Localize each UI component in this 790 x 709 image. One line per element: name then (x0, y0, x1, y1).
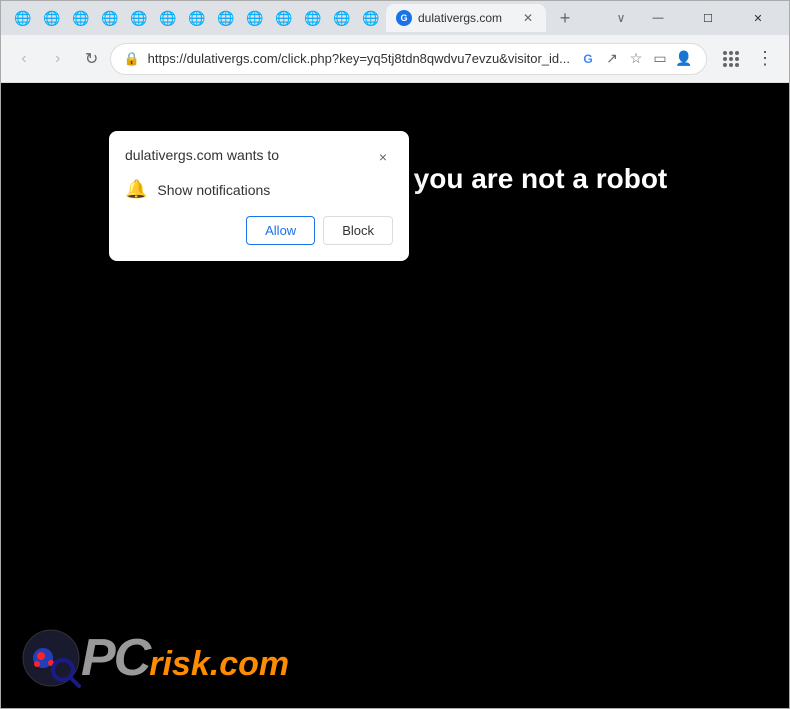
popup-title: dulativergs.com wants to (125, 147, 279, 163)
share-icon[interactable]: ↗ (602, 49, 622, 69)
window-controls: — ☐ ✕ (635, 1, 781, 35)
globe-tab-11[interactable]: 🌐 (299, 4, 327, 32)
back-button[interactable]: ‹ (9, 43, 39, 75)
notification-popup: dulativergs.com wants to × 🔔 Show notifi… (109, 131, 409, 261)
extensions-button[interactable] (715, 43, 747, 75)
globe-icon-4: 🌐 (101, 10, 118, 27)
globe-tab-7[interactable]: 🌐 (183, 4, 211, 32)
title-bar: 🌐 🌐 🌐 🌐 🌐 🌐 🌐 🌐 🌐 🌐 🌐 🌐 🌐 G dulativergs.… (1, 1, 789, 35)
pcrisk-ball-icon (21, 628, 81, 688)
bell-icon: 🔔 (125, 179, 147, 200)
forward-button[interactable]: › (43, 43, 73, 75)
globe-tab-9[interactable]: 🌐 (241, 4, 269, 32)
globe-icon-11: 🌐 (304, 10, 321, 27)
globe-tab-5[interactable]: 🌐 (125, 4, 153, 32)
maximize-button[interactable]: ☐ (685, 1, 731, 35)
tab-scroll-down[interactable]: ∨ (611, 11, 631, 25)
address-bar: ‹ › ↻ 🔒 https://dulativergs.com/click.ph… (1, 35, 789, 83)
bookmark-icon[interactable]: ☆ (626, 49, 646, 69)
globe-icon-3: 🌐 (72, 10, 89, 27)
globe-icon-5: 🌐 (130, 10, 147, 27)
page-content: at you are not a robot dulativergs.com w… (1, 83, 789, 708)
new-tab-button[interactable]: + (551, 4, 579, 32)
url-bar[interactable]: 🔒 https://dulativergs.com/click.php?key=… (110, 43, 707, 75)
globe-tab-6[interactable]: 🌐 (154, 4, 182, 32)
globe-tab-13[interactable]: 🌐 (357, 4, 385, 32)
globe-icon-13: 🌐 (362, 10, 379, 27)
menu-button[interactable]: ⋮ (749, 43, 781, 75)
globe-tab-3[interactable]: 🌐 (67, 4, 95, 32)
globe-icon-10: 🌐 (275, 10, 292, 27)
toolbar-right: ⋮ (715, 43, 781, 75)
active-tab-favicon: G (396, 10, 412, 26)
pcrisk-logo: PC risk.com (21, 628, 289, 688)
globe-tab-8[interactable]: 🌐 (212, 4, 240, 32)
permission-text: Show notifications (157, 182, 270, 198)
popup-close-button[interactable]: × (373, 147, 393, 167)
globe-tab-1[interactable]: 🌐 (9, 4, 37, 32)
globe-icon-6: 🌐 (159, 10, 176, 27)
logo-pc: PC (81, 632, 149, 684)
globe-icon-1: 🌐 (14, 10, 31, 27)
url-right-icons: G ↗ ☆ ▭ 👤 (578, 49, 694, 69)
minimize-button[interactable]: — (635, 1, 681, 35)
google-icon: G (578, 49, 598, 69)
active-tab-title: dulativergs.com (418, 11, 514, 25)
tabs-area: 🌐 🌐 🌐 🌐 🌐 🌐 🌐 🌐 🌐 🌐 🌐 🌐 🌐 G dulativergs.… (9, 4, 631, 32)
page-partial-text: at you are not a robot (381, 163, 667, 195)
globe-icon-7: 🌐 (188, 10, 205, 27)
block-button[interactable]: Block (323, 216, 393, 245)
globe-tab-2[interactable]: 🌐 (38, 4, 66, 32)
globe-icon-12: 🌐 (333, 10, 350, 27)
logo-text: PC risk.com (81, 632, 289, 684)
url-text: https://dulativergs.com/click.php?key=yq… (148, 51, 570, 66)
globe-tab-4[interactable]: 🌐 (96, 4, 124, 32)
popup-buttons: Allow Block (125, 216, 393, 245)
globe-tab-10[interactable]: 🌐 (270, 4, 298, 32)
globe-icon-2: 🌐 (43, 10, 60, 27)
popup-header: dulativergs.com wants to × (125, 147, 393, 167)
globe-icon-8: 🌐 (217, 10, 234, 27)
globe-icon-9: 🌐 (246, 10, 263, 27)
close-button[interactable]: ✕ (735, 1, 781, 35)
browser-window: 🌐 🌐 🌐 🌐 🌐 🌐 🌐 🌐 🌐 🌐 🌐 🌐 🌐 G dulativergs.… (0, 0, 790, 709)
logo-suffix: risk.com (149, 645, 289, 684)
active-tab-close[interactable]: ✕ (520, 10, 536, 26)
apps-grid-icon (723, 51, 739, 67)
lock-icon: 🔒 (123, 51, 139, 67)
active-tab[interactable]: G dulativergs.com ✕ (386, 4, 546, 32)
tabs-scroll-area: 🌐 🌐 🌐 🌐 🌐 🌐 🌐 🌐 🌐 🌐 🌐 🌐 🌐 G dulativergs.… (9, 4, 611, 32)
profile-icon[interactable]: 👤 (674, 49, 694, 69)
globe-tab-12[interactable]: 🌐 (328, 4, 356, 32)
popup-permission-row: 🔔 Show notifications (125, 179, 393, 200)
refresh-button[interactable]: ↻ (77, 43, 107, 75)
sidebar-icon[interactable]: ▭ (650, 49, 670, 69)
allow-button[interactable]: Allow (246, 216, 315, 245)
